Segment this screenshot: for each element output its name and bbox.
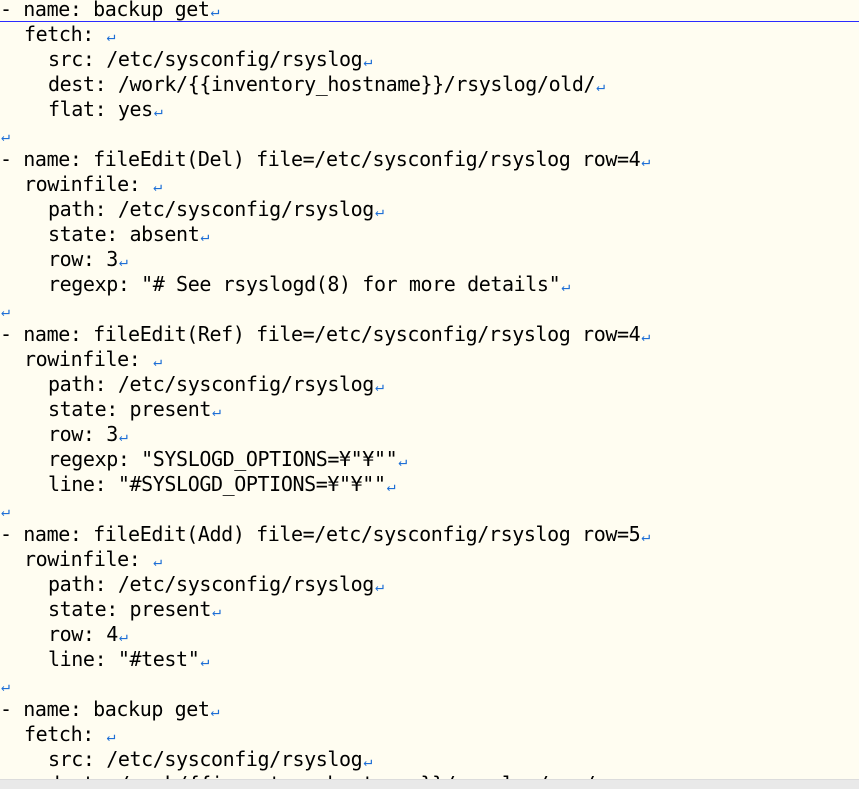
newline-icon: ↵ [1,677,11,695]
line-text: dest: /work/{{inventory_hostname}}/rsysl… [0,772,596,779]
newline-icon: ↵ [211,402,222,420]
line-text: row: 4 [48,622,118,646]
newline-icon: ↵ [153,552,163,570]
line-text: state: present [48,397,211,421]
newline-icon: ↵ [106,27,116,45]
editor-lines[interactable]: - name: backup get↵ fetch: ↵ src: /etc/sys… [0,0,650,779]
newline-icon: ↵ [641,327,651,345]
editor-line[interactable]: state: present↵ [0,397,650,422]
line-text: path: /etc/sysconfig/rsyslog [48,372,374,396]
editor-line[interactable]: src: /etc/sysconfig/rsyslog↵ [0,747,650,772]
editor-line[interactable]: rowinfile: ↵ [0,547,650,572]
newline-icon: ↵ [561,277,571,295]
newline-icon: ↵ [363,52,373,70]
line-text: regexp: "# See rsyslogd(8) for more deta… [48,272,561,296]
line-text: - name: backup get [0,0,210,21]
editor-line[interactable]: fetch: ↵ [0,22,650,47]
line-text: line: "#SYSLOGD_OPTIONS=¥"¥"" [48,472,386,496]
newline-icon: ↵ [641,527,651,545]
editor-line[interactable]: line: "#test"↵ [0,647,650,672]
editor-line[interactable]: - name: backup get↵ [0,0,650,22]
line-text: row: 3 [48,247,118,271]
line-text: regexp: "SYSLOGD_OPTIONS=¥"¥"" [48,447,398,471]
line-text: path: /etc/sysconfig/rsyslog [48,197,374,221]
newline-icon: ↵ [153,352,163,370]
editor-line[interactable]: path: /etc/sysconfig/rsyslog↵ [0,372,650,397]
newline-icon: ↵ [210,702,220,720]
newline-icon: ↵ [374,202,384,220]
editor-line[interactable]: ↵ [0,672,650,697]
editor-line[interactable]: dest: /work/{{inventory_hostname}}/rsysl… [0,72,650,97]
editor-line[interactable]: state: present↵ [0,597,650,622]
line-text: - name: fileEdit(Add) file=/etc/sysconfi… [0,522,641,546]
newline-icon: ↵ [153,102,163,120]
newline-icon: ↵ [200,652,210,670]
newline-icon: ↵ [118,252,128,270]
newline-icon: ↵ [363,752,373,770]
line-text: fetch: [24,22,106,46]
newline-icon: ↵ [398,452,408,470]
editor-line[interactable]: dest: /work/{{inventory_hostname}}/rsysl… [0,772,650,779]
line-text: src: /etc/sysconfig/rsyslog [48,747,363,771]
newline-icon: ↵ [211,602,222,620]
line-text: - name: fileEdit(Del) file=/etc/sysconfi… [0,147,641,171]
newline-icon: ↵ [1,302,11,320]
editor-line[interactable]: row: 3↵ [0,422,650,447]
line-text: state: present [48,597,211,621]
editor-line[interactable]: line: "#SYSLOGD_OPTIONS=¥"¥""↵ [0,472,650,497]
editor-line[interactable]: - name: backup get↵ [0,697,650,722]
newline-icon: ↵ [374,577,384,595]
line-text: path: /etc/sysconfig/rsyslog [48,572,374,596]
newline-icon: ↵ [200,227,210,245]
line-text: dest: /work/{{inventory_hostname}}/rsysl… [48,72,596,96]
editor-line[interactable]: ↵ [0,297,650,322]
editor-line[interactable]: regexp: "SYSLOGD_OPTIONS=¥"¥""↵ [0,447,650,472]
newline-icon: ↵ [1,502,11,520]
newline-icon: ↵ [118,427,128,445]
newline-icon: ↵ [386,477,396,495]
line-text: rowinfile: [24,547,153,571]
newline-icon: ↵ [1,127,11,145]
editor-line[interactable]: rowinfile: ↵ [0,347,650,372]
line-text: src: /etc/sysconfig/rsyslog [48,47,363,71]
line-text: line: "#test" [48,647,200,671]
editor-line[interactable]: fetch: ↵ [0,722,650,747]
editor-line[interactable]: ↵ [0,122,650,147]
editor-line[interactable]: - name: fileEdit(Del) file=/etc/sysconfi… [0,147,650,172]
line-text: rowinfile: [24,172,153,196]
line-text: - name: backup get [0,697,210,721]
editor-line[interactable]: - name: fileEdit(Ref) file=/etc/sysconfi… [0,322,650,347]
newline-icon: ↵ [641,152,651,170]
line-text: row: 3 [48,422,118,446]
editor-line[interactable]: regexp: "# See rsyslogd(8) for more deta… [0,272,650,297]
newline-icon: ↵ [210,2,220,20]
editor-line[interactable]: flat: yes↵ [0,97,650,122]
line-text: flat: yes [48,97,153,121]
editor-line[interactable]: row: 4↵ [0,622,650,647]
newline-icon: ↵ [153,177,163,195]
newline-icon: ↵ [596,77,606,95]
newline-icon: ↵ [106,727,116,745]
horizontal-scrollbar[interactable] [0,779,859,789]
line-text: state: absent [48,222,200,246]
editor-line[interactable]: src: /etc/sysconfig/rsyslog↵ [0,47,650,72]
newline-icon: ↵ [374,377,384,395]
line-text: fetch: [24,722,106,746]
line-text: - name: fileEdit(Ref) file=/etc/sysconfi… [0,322,641,346]
editor-line[interactable]: row: 3↵ [0,247,650,272]
editor-line[interactable]: ↵ [0,497,650,522]
newline-icon: ↵ [118,627,128,645]
editor-line[interactable]: - name: fileEdit(Add) file=/etc/sysconfi… [0,522,650,547]
editor-line[interactable]: state: absent↵ [0,222,650,247]
line-text: rowinfile: [24,347,153,371]
text-editor[interactable]: - name: backup get↵ fetch: ↵ src: /etc/sys… [0,0,859,779]
editor-line[interactable]: path: /etc/sysconfig/rsyslog↵ [0,572,650,597]
editor-line[interactable]: path: /etc/sysconfig/rsyslog↵ [0,197,650,222]
editor-line[interactable]: rowinfile: ↵ [0,172,650,197]
